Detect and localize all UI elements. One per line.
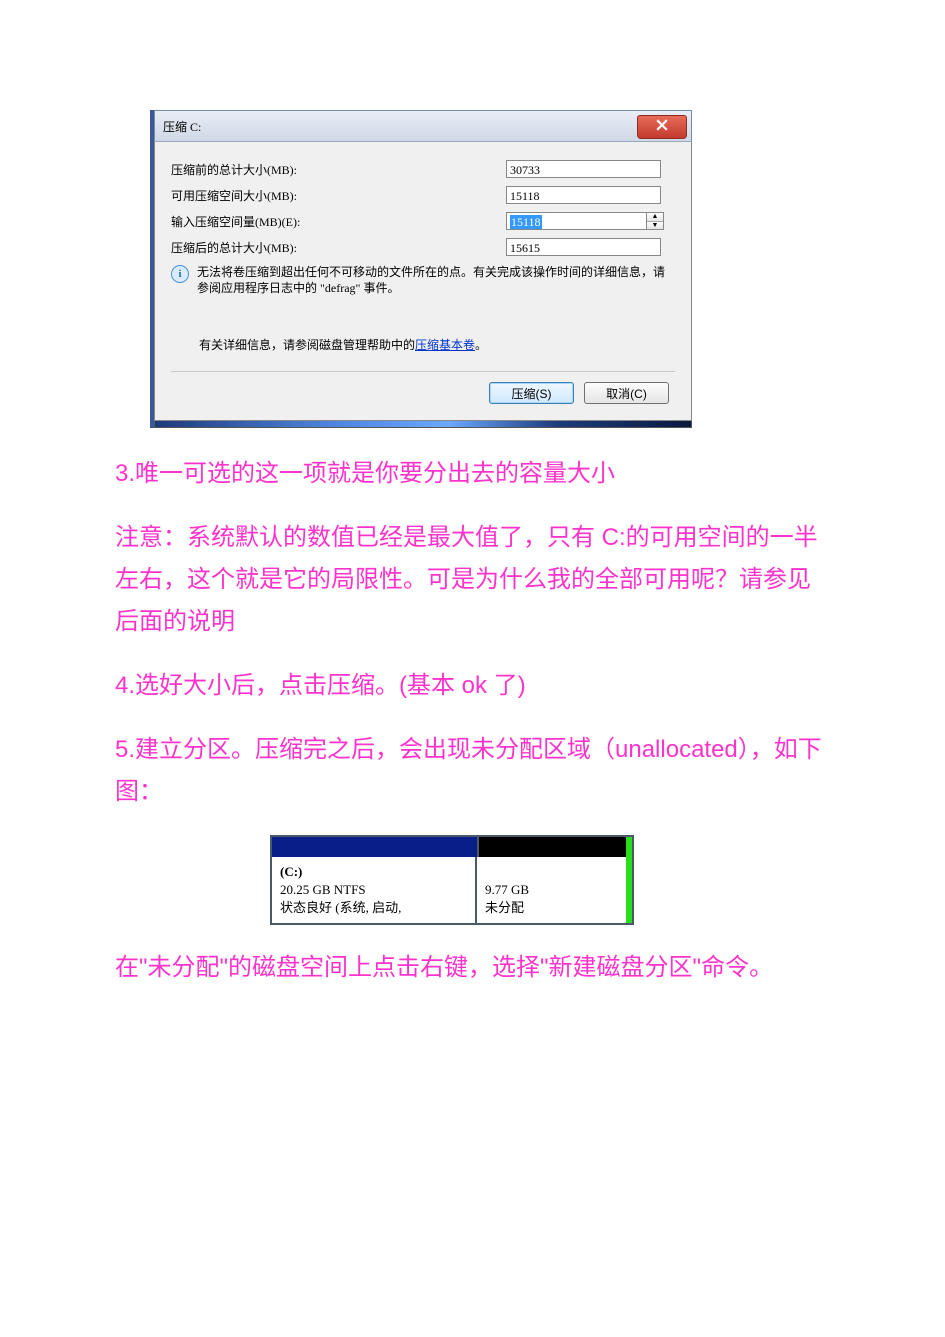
shrink-amount-value: 15118: [510, 215, 542, 229]
instruction-text: 在"未分配"的磁盘空间上点击右键，选择"新建磁盘分区"命令。: [115, 947, 830, 989]
avail-space-value: 15118: [506, 186, 661, 204]
shrink-amount-label: 输入压缩空间量(MB)(E):: [171, 213, 506, 230]
partition-c-label: (C:): [280, 863, 467, 881]
close-button[interactable]: [637, 115, 687, 139]
step-5-text: 5.建立分区。压缩完之后，会出现未分配区域（unallocated），如下图：: [115, 729, 830, 813]
dialog-bottom-strip: [154, 421, 692, 428]
info-text: 无法将卷压缩到超出任何不可移动的文件所在的点。有关完成该操作时间的详细信息，请参…: [197, 264, 675, 296]
partition-unallocated-cell[interactable]: 9.77 GB 未分配: [477, 857, 626, 923]
step-3-text: 3.唯一可选的这一项就是你要分出去的容量大小: [115, 453, 830, 495]
note-text: 注意：系统默认的数值已经是最大值了，只有 C:的可用空间的一半左右，这个就是它的…: [115, 517, 830, 643]
help-prefix: 有关详细信息，请参阅磁盘管理帮助中的: [199, 338, 415, 352]
shrink-dialog: 压缩 C: 压缩前的总计大小(MB): 30733 可用压缩空间大小(MB): …: [150, 110, 692, 428]
partition-edge-cell: [626, 857, 632, 923]
help-line: 有关详细信息，请参阅磁盘管理帮助中的压缩基本卷。: [199, 336, 675, 353]
size-before-label: 压缩前的总计大小(MB):: [171, 161, 506, 178]
info-icon: i: [171, 265, 189, 283]
dialog-body: 压缩前的总计大小(MB): 30733 可用压缩空间大小(MB): 15118 …: [154, 142, 692, 421]
partition-unallocated-size: 9.77 GB: [485, 881, 618, 899]
info-message: i 无法将卷压缩到超出任何不可移动的文件所在的点。有关完成该操作时间的详细信息，…: [171, 264, 675, 296]
partition-c-cell[interactable]: (C:) 20.25 GB NTFS 状态良好 (系统, 启动,: [272, 857, 477, 923]
shrink-amount-input[interactable]: 15118 ▲ ▼: [506, 212, 664, 230]
help-link[interactable]: 压缩基本卷: [415, 338, 475, 352]
partition-unallocated-label: 未分配: [485, 899, 618, 917]
dialog-button-row: 压缩(S) 取消(C): [171, 371, 675, 410]
dialog-title: 压缩 C:: [163, 118, 201, 135]
size-after-value: 15615: [506, 238, 661, 256]
dialog-titlebar: 压缩 C:: [154, 110, 692, 142]
close-icon: [656, 119, 668, 135]
partition-bar-edge: [626, 837, 632, 857]
spin-buttons[interactable]: ▲ ▼: [646, 212, 664, 230]
disk-map: (C:) 20.25 GB NTFS 状态良好 (系统, 启动, 9.77 GB…: [270, 835, 634, 925]
partition-bar-c: [272, 837, 479, 857]
partition-c-status: 状态良好 (系统, 启动,: [280, 899, 467, 917]
partition-bar-unallocated: [479, 837, 626, 857]
shrink-button[interactable]: 压缩(S): [489, 382, 574, 404]
step-4-text: 4.选好大小后，点击压缩。(基本 ok 了): [115, 665, 830, 707]
help-suffix: 。: [475, 338, 487, 352]
spin-down-icon[interactable]: ▼: [647, 222, 663, 230]
size-before-value: 30733: [506, 160, 661, 178]
avail-space-label: 可用压缩空间大小(MB):: [171, 187, 506, 204]
partition-c-size: 20.25 GB NTFS: [280, 881, 467, 899]
cancel-button[interactable]: 取消(C): [584, 382, 669, 404]
size-after-label: 压缩后的总计大小(MB):: [171, 239, 506, 256]
